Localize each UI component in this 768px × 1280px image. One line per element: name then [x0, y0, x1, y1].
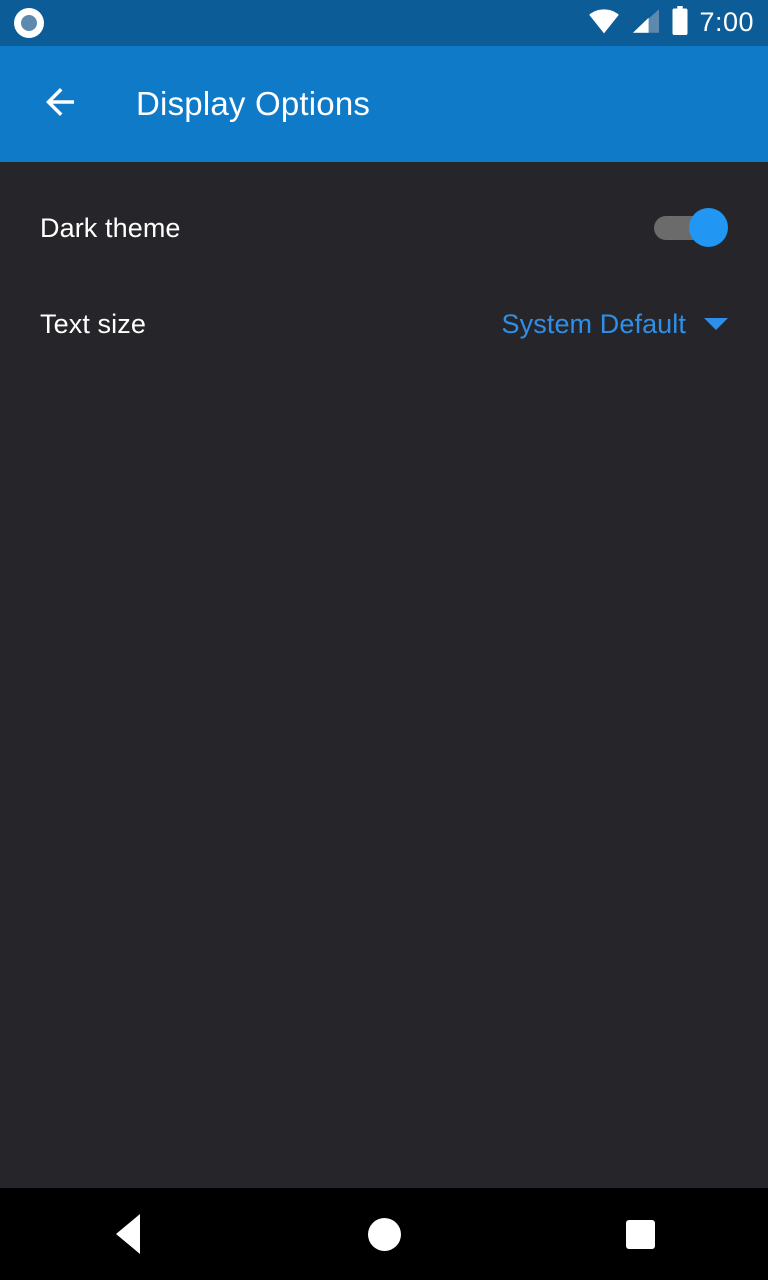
nav-recents-square-icon [625, 1219, 655, 1249]
preferences-list: Dark theme Text size System Default [0, 162, 768, 1188]
switch-thumb [689, 208, 728, 247]
circle-notification-icon [14, 8, 44, 38]
preference-title-dark-theme: Dark theme [40, 212, 181, 243]
cellular-signal-icon [631, 8, 661, 39]
dark-theme-toggle-switch[interactable] [654, 208, 728, 248]
navigation-bar [0, 1188, 768, 1280]
status-bar-clock: 7:00 [699, 6, 754, 37]
nav-back-button[interactable] [73, 1188, 183, 1280]
preference-row-text-size[interactable]: Text size System Default [0, 276, 768, 372]
back-button[interactable] [34, 78, 86, 130]
status-bar-right: 7:00 [587, 5, 754, 41]
preference-row-dark-theme[interactable]: Dark theme [0, 180, 768, 276]
nav-back-triangle-icon [116, 1214, 140, 1254]
preference-title-text-size: Text size [40, 308, 146, 339]
text-size-dropdown[interactable]: System Default [502, 309, 728, 340]
battery-full-icon [671, 5, 689, 41]
app-bar: Display Options [0, 46, 768, 162]
wifi-icon [587, 8, 621, 39]
nav-home-circle-icon [367, 1217, 401, 1251]
status-bar-left [14, 8, 44, 38]
circle-notification-icon-inner [21, 15, 37, 31]
text-size-value: System Default [501, 308, 686, 339]
chevron-down-icon [704, 318, 728, 330]
nav-home-button[interactable] [329, 1188, 439, 1280]
page-title: Display Options [136, 85, 371, 122]
status-bar: 7:00 [0, 0, 768, 46]
arrow-back-icon [39, 81, 81, 128]
phone-screen: 7:00 Display Options Dark theme Text siz… [0, 0, 768, 1280]
nav-recents-button[interactable] [585, 1188, 695, 1280]
